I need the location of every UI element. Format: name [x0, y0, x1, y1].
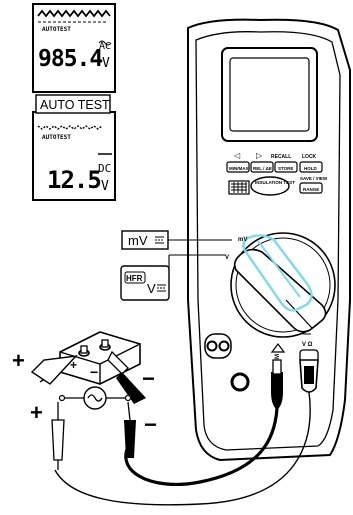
probe-minus-sign: −: [144, 412, 157, 437]
function-button[interactable]: [228, 180, 250, 195]
svg-text:V: V: [147, 281, 156, 296]
svg-text:REL / ΔE: REL / ΔE: [253, 166, 272, 171]
store-button[interactable]: STORE: [274, 161, 298, 173]
svg-text:INSULATION TEST: INSULATION TEST: [255, 180, 295, 185]
diagram-stage: AUTOTEST 985.4 AC V AUTOTEST 12.5 DC V ◁…: [0, 0, 353, 510]
auto-test-label: AUTO TEST: [35, 94, 111, 114]
rel-button[interactable]: REL / ΔE: [250, 161, 274, 173]
svg-text:RANGE: RANGE: [303, 187, 319, 192]
autotest-indicator: AUTOTEST: [42, 26, 71, 33]
battery-minus-label: −: [90, 364, 98, 380]
lock-label: LOCK: [302, 154, 317, 160]
hold-button[interactable]: HOLD: [299, 161, 323, 173]
dial-label-mv: mV: [238, 237, 247, 243]
probe-minus-sign: −: [142, 366, 155, 391]
right-arrow-icon: ▷: [256, 151, 263, 160]
lcd-display-dc: AUTOTEST 12.5 DC V: [32, 111, 116, 201]
recall-label: RECALL: [271, 154, 291, 160]
svg-text:HOLD: HOLD: [304, 166, 317, 171]
ac-source-circuit: [58, 386, 132, 410]
probe-plus-sign: +: [30, 400, 43, 425]
svg-text:STORE: STORE: [278, 166, 293, 171]
range-button[interactable]: RANGE: [299, 182, 323, 194]
autotest-indicator: AUTOTEST: [42, 134, 71, 141]
svg-text:mV: mV: [128, 233, 148, 248]
red-probe-ac: +: [30, 400, 65, 470]
diagram-svg: AUTOTEST 985.4 AC V AUTOTEST 12.5 DC V ◁…: [12, 3, 351, 506]
dial-label-v: V: [225, 255, 229, 261]
jack-socket[interactable]: [230, 372, 250, 392]
volt-unit: V: [101, 179, 109, 194]
svg-text:HFR: HFR: [126, 274, 143, 283]
minmax-button[interactable]: MIN/MAX: [226, 161, 250, 173]
lcd-display-ac: AUTOTEST 985.4 AC V: [32, 3, 116, 93]
dc-reading: 12.5: [47, 166, 101, 194]
left-arrow-icon: ◁: [234, 151, 241, 160]
com-probe-plug: [271, 359, 283, 410]
black-probe-ac: −: [124, 401, 157, 458]
dc-unit: DC: [98, 162, 111, 175]
svg-text:AUTO TEST: AUTO TEST: [40, 98, 110, 112]
vohm-jack-label: V Ω: [302, 342, 313, 348]
save-view-label: SAVE / VIEW: [300, 176, 328, 181]
v-probe-plug: [299, 349, 319, 393]
volt-unit: V: [102, 56, 110, 71]
ac-reading: 985.4: [38, 46, 102, 72]
svg-text:MIN/MAX: MIN/MAX: [229, 166, 249, 171]
probe-plus-sign: +: [12, 348, 25, 373]
